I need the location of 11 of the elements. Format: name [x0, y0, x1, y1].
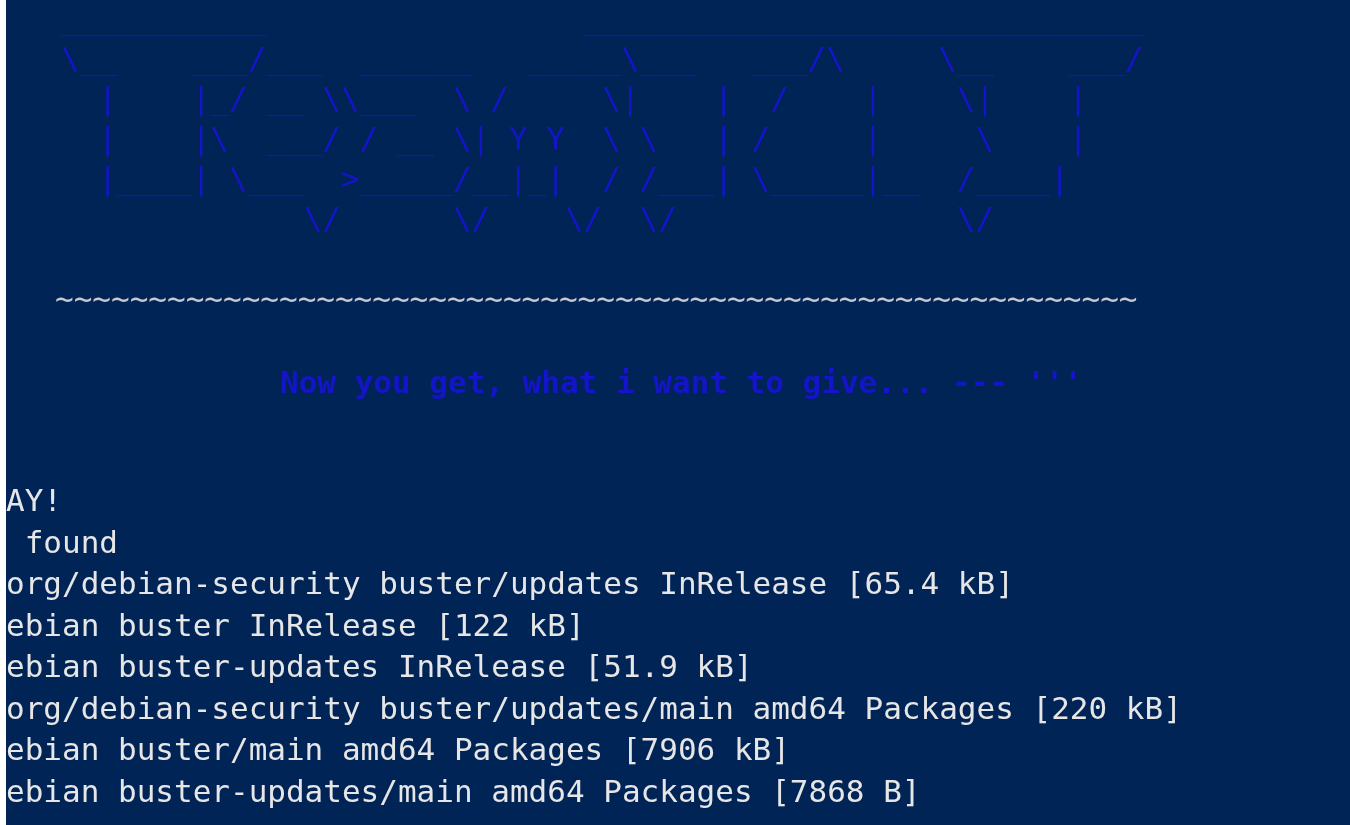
- ascii-art-title-text: ___________ ______________________________ \__ ___/___ ______ _____\___ ___/\ \__ ___/ | |_/ __ \\___ \ / \| | / | \| | | |\ ___/ / __ \| Y Y \ \ | / | \ | |____| \___ >_____/__|_| / /___| \_____|__ /____| \/ \/ \/ \/ \/: [60, 0, 1145, 238]
- terminal-output-line: ebian buster-updates/main amd64 Packages [7868 B]: [6, 771, 921, 811]
- terminal-output-line: AY!: [6, 481, 62, 520]
- terminal-output-line: found: [23, 522, 118, 562]
- terminal-output-line: ebian buster InRelease [122 kB]: [6, 605, 585, 645]
- tilde-divider: ~~~~~~~~~~~~~~~~~~~~~~~~~~~~~~~~~~~~~~~~~~~~~~~~~~~~~~~~~~: [54, 279, 1138, 318]
- terminal-output-line: org/debian-security buster/updates InRelease [65.4 kB]: [6, 564, 1014, 603]
- terminal-output-line: ebian buster-updates InRelease [51.9 kB]: [6, 647, 753, 686]
- terminal-output-line: ebian buster/main amd64 Packages [7906 kB]: [6, 730, 790, 769]
- tagline-text: Now you get, what i want to give... --- ''': [279, 363, 1083, 402]
- terminal-output-line: org/debian-security buster/updates/main amd64 Packages [220 kB]: [6, 688, 1182, 728]
